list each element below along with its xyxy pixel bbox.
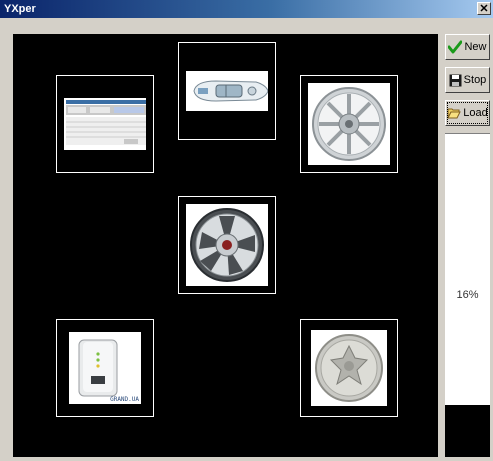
stop-button[interactable]: Stop [445,67,490,93]
wheel-thumbnail-1 [308,83,390,165]
wheel-image-1 [308,83,390,165]
image-frame-wheel-1[interactable] [300,75,398,173]
image-frame-coin[interactable] [300,319,398,417]
open-folder-icon [447,108,462,119]
image-frame-device[interactable]: GRAND.UA [56,319,154,417]
boat-thumbnail [186,71,268,111]
load-button[interactable]: Load [445,100,490,126]
window-title: YXper [4,3,36,15]
boat-image [186,71,268,111]
new-button[interactable]: New [445,34,490,60]
progress-fill [445,134,490,406]
device-image [69,332,141,404]
progress-percent: 16% [456,289,479,301]
coin-image [311,330,387,406]
stop-button-label: Stop [463,74,487,86]
close-button[interactable]: ✕ [477,2,491,15]
wheel-image-2 [186,204,268,286]
checkmark-icon [448,40,463,54]
image-frame-boat[interactable] [178,42,276,140]
title-bar: YXper ✕ [0,0,493,18]
coin-thumbnail [311,330,387,406]
device-caption: GRAND.UA [110,396,139,403]
floppy-disk-icon [449,74,462,86]
image-frame-wheel-2[interactable] [178,196,276,294]
device-thumbnail: GRAND.UA [69,332,141,404]
screenshot-thumbnail [64,98,146,150]
new-button-label: New [464,41,487,53]
screenshot-image [64,98,146,150]
load-button-label: Load [463,107,488,119]
progress-bar: 16% [445,133,490,457]
image-frame-screenshot[interactable] [56,75,154,173]
image-canvas[interactable]: GRAND.UA [13,34,438,457]
wheel-thumbnail-2 [186,204,268,286]
